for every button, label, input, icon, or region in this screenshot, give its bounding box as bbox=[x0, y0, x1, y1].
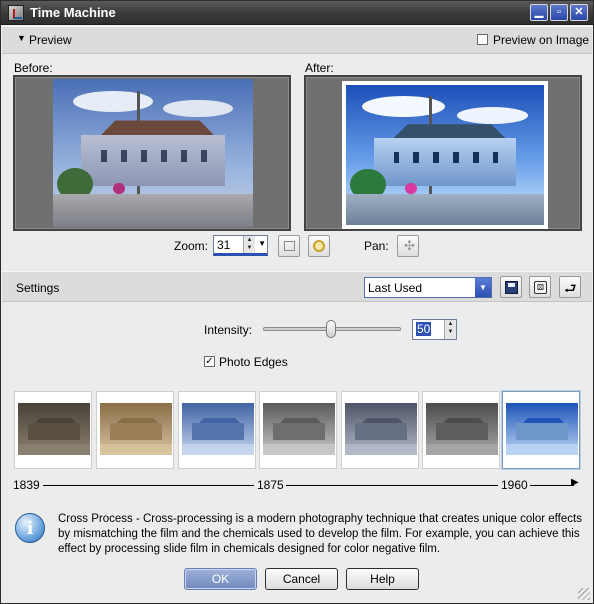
proof-icon bbox=[313, 240, 325, 252]
style-thumbnail-1960[interactable] bbox=[502, 391, 580, 469]
preview-section-bar: ▼ Preview Preview on Image bbox=[2, 26, 592, 54]
style-thumbnail-1839[interactable] bbox=[14, 391, 92, 469]
save-disk-icon bbox=[505, 281, 518, 294]
style-thumbnail-image bbox=[263, 403, 335, 455]
cancel-button[interactable]: Cancel bbox=[265, 568, 338, 590]
timeline-end-label: 1960 bbox=[501, 478, 528, 492]
timeline-line-end bbox=[530, 485, 574, 486]
reset-arrow-icon: ⮐ bbox=[564, 280, 577, 296]
style-description: Cross Process - Cross-processing is a mo… bbox=[58, 513, 582, 555]
close-button[interactable]: ✕ bbox=[570, 4, 588, 21]
intensity-stepper[interactable]: 50 ▲ ▼ bbox=[412, 319, 457, 340]
preset-value[interactable]: Last Used bbox=[368, 281, 422, 295]
after-photo bbox=[346, 85, 544, 225]
before-photo bbox=[53, 79, 253, 227]
timeline-line-right bbox=[286, 485, 498, 486]
style-thumbnail-1890[interactable] bbox=[341, 391, 419, 469]
ok-button[interactable]: OK bbox=[184, 568, 257, 590]
before-preview[interactable] bbox=[13, 75, 291, 231]
timeline-middle-label: 1875 bbox=[257, 478, 284, 492]
photo-edges-checkbox[interactable]: ✓ bbox=[204, 356, 215, 367]
photo-edges-label[interactable]: Photo Edges bbox=[219, 355, 288, 369]
pan-label: Pan: bbox=[364, 239, 389, 253]
resize-grip[interactable] bbox=[578, 588, 590, 600]
save-preset-button[interactable] bbox=[500, 276, 522, 298]
settings-section-bar: Settings Last Used ▼ ⚄ ⮐ bbox=[2, 271, 592, 302]
zoom-value[interactable]: 31 bbox=[217, 238, 230, 252]
intensity-value[interactable]: 50 bbox=[416, 322, 432, 336]
timeline-line-left bbox=[43, 485, 254, 486]
zoom-spin-arrows[interactable]: ▲ ▼ bbox=[243, 236, 255, 253]
time-machine-app-icon bbox=[8, 5, 24, 21]
preview-on-image-label[interactable]: Preview on Image bbox=[493, 33, 589, 47]
style-thumbnail-image bbox=[426, 403, 498, 455]
triangle-down-icon[interactable]: ▼ bbox=[17, 33, 26, 43]
help-button[interactable]: Help bbox=[346, 568, 419, 590]
preview-on-image-checkbox[interactable] bbox=[477, 34, 488, 45]
window-title: Time Machine bbox=[30, 5, 116, 20]
settings-label: Settings bbox=[16, 281, 60, 295]
minimize-button[interactable]: ▁ bbox=[530, 4, 548, 21]
zoom-fit-icon bbox=[284, 241, 295, 251]
before-label: Before: bbox=[14, 61, 53, 75]
zoom-label: Zoom: bbox=[174, 239, 209, 253]
chevron-down-icon[interactable]: ▼ bbox=[475, 278, 491, 297]
proof-button[interactable] bbox=[308, 235, 330, 257]
after-label: After: bbox=[305, 61, 334, 75]
zoom-stepper[interactable]: 31 ▲ ▼ ▼ bbox=[213, 235, 268, 256]
style-thumbnail-image bbox=[100, 403, 172, 455]
title-bar[interactable]: Time Machine ▁ ▫ ✕ bbox=[1, 1, 593, 25]
zoom-dropdown-icon[interactable]: ▼ bbox=[258, 239, 266, 248]
timeline-arrow-icon: ▶ bbox=[571, 477, 579, 488]
pan-crosshair-icon: ✣ bbox=[404, 238, 415, 253]
intensity-label: Intensity: bbox=[204, 323, 253, 337]
randomize-button[interactable]: ⚄ bbox=[529, 276, 551, 298]
style-thumbnail-image bbox=[182, 403, 254, 455]
preview-toggle-label[interactable]: Preview bbox=[29, 33, 72, 47]
info-icon: i bbox=[15, 513, 45, 543]
style-thumbnail-1855[interactable] bbox=[96, 391, 174, 469]
style-thumbnail-1920[interactable] bbox=[422, 391, 500, 469]
zoom-fit-button[interactable] bbox=[278, 235, 300, 257]
timeline-start-label: 1839 bbox=[13, 478, 40, 492]
intensity-slider-thumb[interactable] bbox=[326, 320, 336, 338]
dice-icon: ⚄ bbox=[534, 281, 547, 294]
preset-dropdown[interactable]: Last Used ▼ bbox=[364, 277, 492, 298]
style-thumbnail-1860[interactable] bbox=[178, 391, 256, 469]
time-machine-dialog: Time Machine ▁ ▫ ✕ ▼ Preview Preview on … bbox=[0, 0, 594, 604]
style-thumbnail-1875[interactable] bbox=[259, 391, 337, 469]
reset-button[interactable]: ⮐ bbox=[559, 276, 581, 298]
maximize-button[interactable]: ▫ bbox=[550, 4, 568, 21]
style-thumbnail-image bbox=[506, 403, 578, 455]
style-thumbnail-image bbox=[345, 403, 417, 455]
after-preview[interactable] bbox=[304, 75, 582, 231]
intensity-spin-arrows[interactable]: ▲ ▼ bbox=[444, 320, 456, 339]
style-thumbnail-image bbox=[18, 403, 90, 455]
pan-button[interactable]: ✣ bbox=[397, 235, 419, 257]
